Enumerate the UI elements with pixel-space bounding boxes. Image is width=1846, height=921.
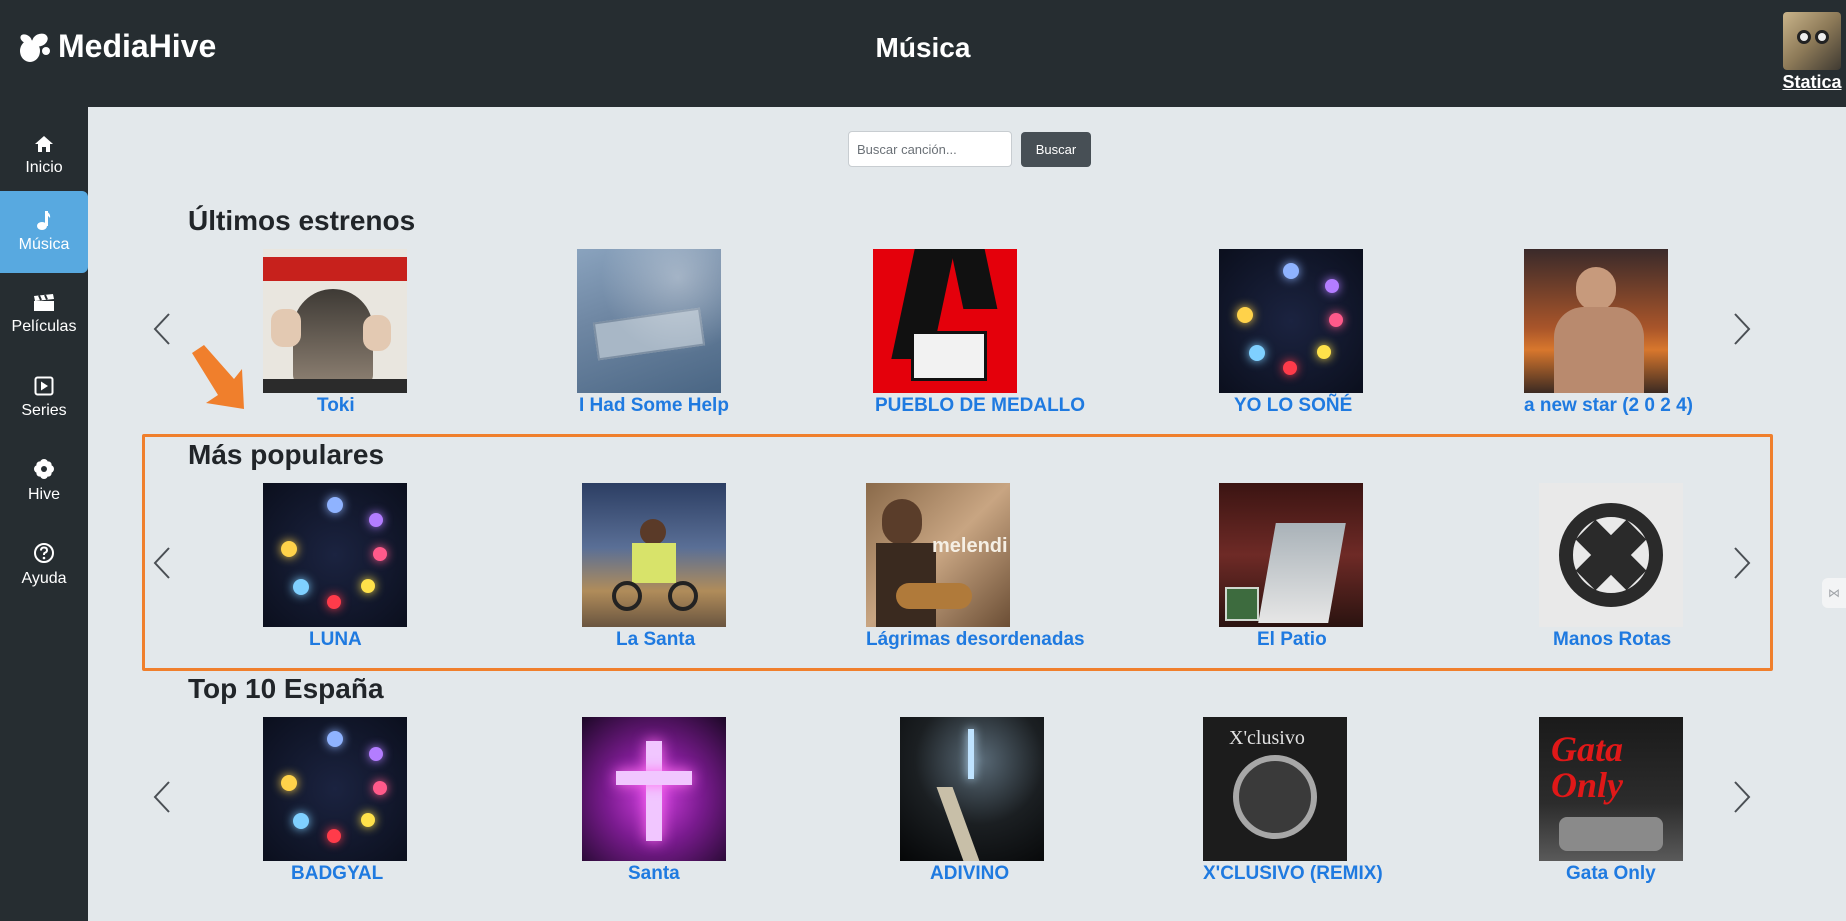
sidebar-item-label: Series xyxy=(21,402,67,419)
page-title: Música xyxy=(875,32,971,63)
sidebar-item-hive[interactable]: Hive xyxy=(0,440,88,522)
album-card[interactable]: Toki xyxy=(263,249,407,416)
play-square-icon xyxy=(34,376,54,396)
chevron-left-icon xyxy=(153,781,170,813)
sidebar-item-inicio[interactable]: Inicio xyxy=(0,115,88,197)
collapse-icon: ⋈ xyxy=(1828,586,1840,600)
sidebar-item-ayuda[interactable]: Ayuda xyxy=(0,524,88,606)
top-bar: MediaHive Música Statica xyxy=(0,0,1846,107)
album-card[interactable]: BADGYAL xyxy=(263,717,407,884)
sidebar-item-label: Hive xyxy=(27,486,60,503)
clapperboard-icon xyxy=(34,294,54,311)
sidebar: Inicio Música Películas Series Hive Ayud… xyxy=(0,107,88,921)
album-title-link[interactable]: YO LO SOÑÉ xyxy=(1234,395,1352,417)
section-ultimos-estrenos: Últimos estrenos Toki I Had Some Help PU… xyxy=(88,205,1846,437)
music-note-icon xyxy=(37,211,51,230)
album-card[interactable]: X'clusivo X'CLUSIVO (REMIX) xyxy=(1203,717,1383,884)
user-name-link[interactable]: Statica xyxy=(1781,72,1843,93)
avatar[interactable] xyxy=(1783,12,1841,70)
album-card[interactable]: Gata Only Gata Only xyxy=(1539,717,1683,884)
album-card[interactable]: YO LO SOÑÉ xyxy=(1219,249,1363,416)
album-cover[interactable] xyxy=(577,249,721,393)
search-input[interactable] xyxy=(848,131,1012,167)
sidebar-item-musica[interactable]: Música xyxy=(0,191,88,273)
carousel-prev-button[interactable] xyxy=(152,312,182,352)
album-title-link[interactable]: PUEBLO DE MEDALLO xyxy=(875,395,1085,417)
album-title-link[interactable]: BADGYAL xyxy=(291,863,383,885)
album-card[interactable]: PUEBLO DE MEDALLO xyxy=(873,249,1085,416)
album-cover[interactable] xyxy=(900,717,1044,861)
album-title-link[interactable]: Santa xyxy=(628,863,680,885)
carousel-next-button[interactable] xyxy=(1732,780,1762,820)
section-title: Últimos estrenos xyxy=(188,205,416,236)
sidebar-item-label: Ayuda xyxy=(21,570,67,587)
annotation-highlight-box xyxy=(142,434,1773,671)
album-cover[interactable] xyxy=(873,249,1017,393)
side-panel-toggle[interactable]: ⋈ xyxy=(1822,578,1846,608)
album-title-link[interactable]: X'CLUSIVO (REMIX) xyxy=(1203,863,1383,885)
album-card[interactable]: a new star (2 0 2 4) xyxy=(1524,249,1693,416)
section-top-10-espana: Top 10 España BADGYAL Santa ADIVINO X'cl… xyxy=(88,673,1846,905)
help-circle-icon xyxy=(34,543,54,563)
album-cover[interactable] xyxy=(1219,249,1363,393)
album-card[interactable]: ADIVINO xyxy=(900,717,1044,884)
album-title-link[interactable]: a new star (2 0 2 4) xyxy=(1524,395,1693,417)
flower-icon xyxy=(34,459,54,479)
album-cover[interactable] xyxy=(1524,249,1668,393)
chevron-right-icon xyxy=(1734,781,1751,813)
chevron-left-icon xyxy=(153,313,170,345)
annotation-arrow-icon xyxy=(192,345,244,409)
sidebar-item-label: Música xyxy=(18,236,70,253)
album-card[interactable]: I Had Some Help xyxy=(577,249,729,416)
sidebar-item-label: Inicio xyxy=(25,159,63,176)
album-cover[interactable]: Gata Only xyxy=(1539,717,1683,861)
album-title-link[interactable]: I Had Some Help xyxy=(579,395,729,417)
search-button[interactable]: Buscar xyxy=(1021,132,1091,167)
sidebar-item-label: Películas xyxy=(11,318,77,335)
album-cover[interactable] xyxy=(263,249,407,393)
chevron-right-icon xyxy=(1734,313,1751,345)
carousel-prev-button[interactable] xyxy=(152,780,182,820)
album-title-link[interactable]: Toki xyxy=(317,395,355,417)
home-icon xyxy=(35,136,53,152)
user-menu[interactable]: Statica xyxy=(1781,12,1843,93)
album-cover[interactable] xyxy=(582,717,726,861)
album-cover[interactable] xyxy=(263,717,407,861)
carousel-next-button[interactable] xyxy=(1732,312,1762,352)
album-title-link[interactable]: Gata Only xyxy=(1566,863,1656,885)
album-cover[interactable]: X'clusivo xyxy=(1203,717,1347,861)
album-card[interactable]: Santa xyxy=(582,717,726,884)
sidebar-item-series[interactable]: Series xyxy=(0,357,88,439)
album-title-link[interactable]: ADIVINO xyxy=(930,863,1009,885)
sidebar-item-peliculas[interactable]: Películas xyxy=(0,274,88,356)
section-title: Top 10 España xyxy=(188,673,384,704)
